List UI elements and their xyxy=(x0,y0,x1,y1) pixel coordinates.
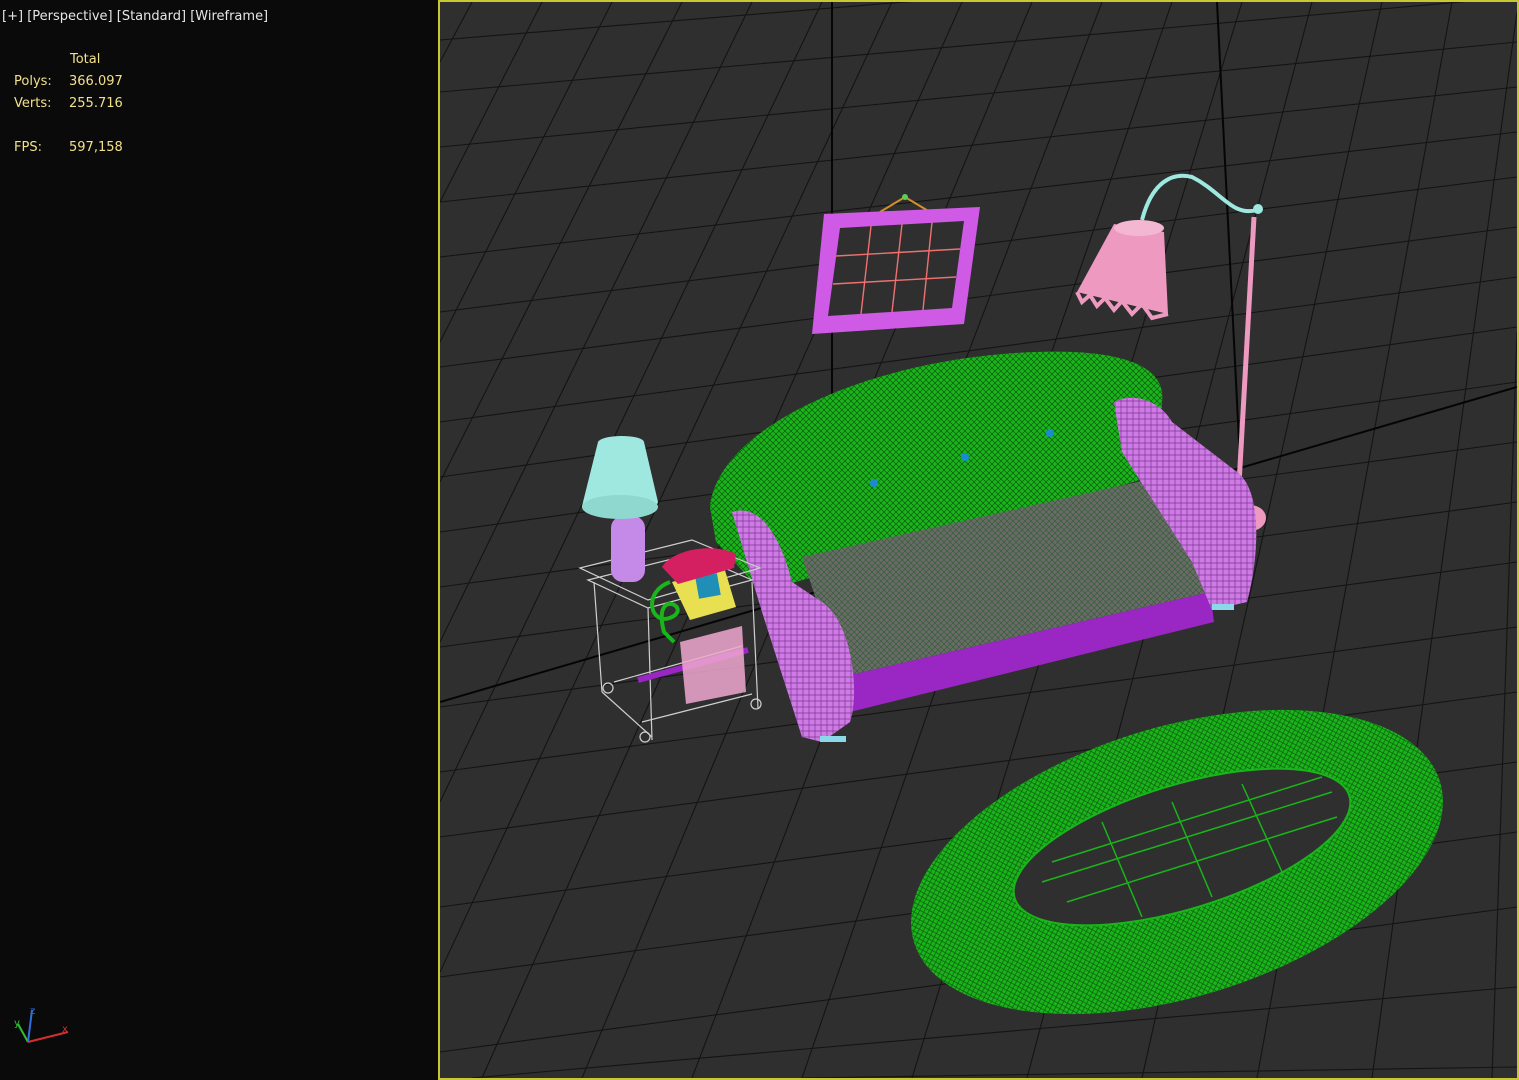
polys-label: Polys: xyxy=(14,74,52,89)
axis-gizmo-icon: x y z xyxy=(14,1006,69,1043)
verts-value: 255.716 xyxy=(69,96,123,111)
verts-label: Verts: xyxy=(14,96,52,111)
polys-value: 366.097 xyxy=(69,74,123,89)
picture-frame[interactable] xyxy=(812,194,980,334)
axis-x-label: x xyxy=(62,1024,68,1035)
stats-header: Total xyxy=(70,52,101,67)
rug-wireframe[interactable] xyxy=(875,652,1480,1071)
axis-y-label: y xyxy=(14,1018,20,1029)
sofa-wireframe[interactable] xyxy=(710,351,1257,742)
viewport-mode-menu[interactable]: [Wireframe] xyxy=(190,9,268,24)
fps-label: FPS: xyxy=(14,140,42,155)
table-lamp[interactable] xyxy=(582,436,658,582)
viewport-view-menu[interactable]: [Perspective] xyxy=(27,9,112,24)
perspective-viewport[interactable] xyxy=(438,0,1519,1080)
axis-z-label: z xyxy=(30,1006,35,1017)
viewport-label[interactable]: [+] [Perspective] [Standard] [Wireframe] xyxy=(2,9,268,24)
fps-value: 597,158 xyxy=(69,140,123,155)
viewport-shading-menu[interactable]: [Standard] xyxy=(117,9,186,24)
viewport-plus-menu[interactable]: [+] xyxy=(2,9,23,24)
stats-panel: [+] [Perspective] [Standard] [Wireframe]… xyxy=(0,0,437,1080)
